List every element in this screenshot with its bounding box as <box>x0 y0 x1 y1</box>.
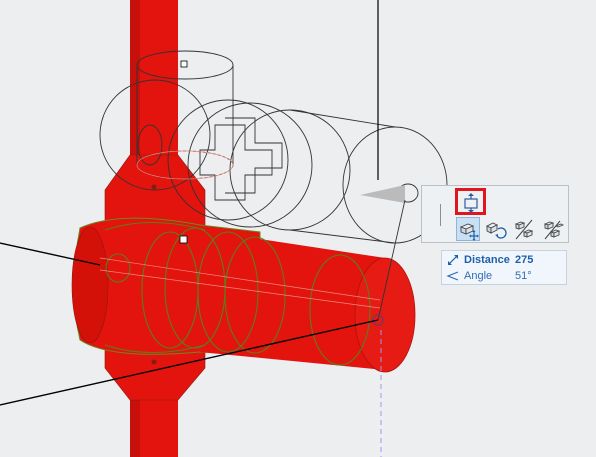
elevation-offset-button[interactable] <box>455 188 486 215</box>
valve-body-end <box>71 226 109 344</box>
distance-value[interactable]: 275 <box>515 254 533 266</box>
rotate-button[interactable] <box>484 217 508 241</box>
move-icon <box>459 223 479 241</box>
move-button[interactable] <box>456 217 480 241</box>
multiply-icon <box>543 220 564 240</box>
angle-icon <box>446 271 459 281</box>
tracker-panel: Distance 275 Angle 51° <box>441 250 567 285</box>
palette-separator <box>440 204 441 226</box>
elevation-offset-icon <box>463 193 478 213</box>
pet-palette <box>421 185 569 243</box>
node-dot-2 <box>151 359 157 365</box>
tracker-angle-row[interactable]: Angle 51° <box>442 269 566 285</box>
branch-pipe-end[interactable] <box>354 257 416 373</box>
handle-top[interactable] <box>180 60 188 68</box>
rotate-icon <box>485 222 507 239</box>
tracker-distance-row[interactable]: Distance 275 <box>442 253 566 269</box>
multiply-button[interactable] <box>540 217 564 241</box>
handle-mid[interactable] <box>179 235 188 244</box>
angle-label: Angle <box>464 270 493 282</box>
distance-label: Distance <box>464 254 510 266</box>
mirror-button[interactable] <box>512 217 536 241</box>
distance-icon <box>448 255 458 265</box>
angle-value[interactable]: 51° <box>515 270 532 282</box>
node-dot-1 <box>151 184 157 190</box>
mirror-icon <box>514 219 534 240</box>
